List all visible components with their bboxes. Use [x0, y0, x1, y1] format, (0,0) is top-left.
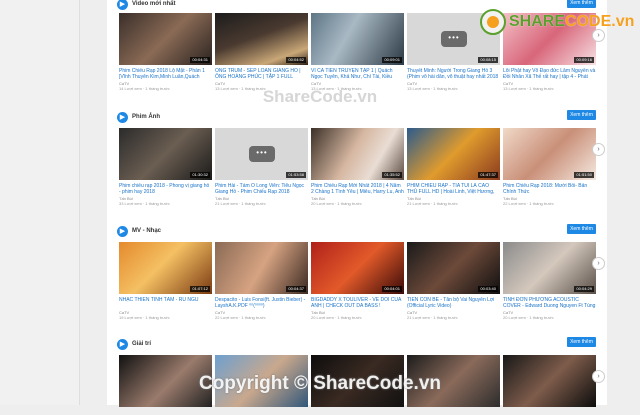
video-title[interactable]: Phim Chiếu Rạp 2018: Mười Bối- Bản Chính…	[503, 183, 596, 195]
video-meta: 21 Lượt xem · 1 tháng trước	[215, 201, 266, 206]
video-card[interactable]: 00:04:52 ÔNG TRÙM - SÉP LOAN GIANG HỒ | …	[215, 13, 308, 91]
video-meta: 21 Lượt xem · 1 tháng trước	[407, 315, 458, 320]
video-thumbnail[interactable]: 01:51:50	[503, 128, 596, 180]
section-title: Giải trí	[132, 341, 152, 347]
video-card[interactable]: 01:07:12 NHẠC THIỀN TĨNH TÂM - RU NGỦ Ca…	[119, 242, 212, 320]
video-card[interactable]: 00:04:37 Despacito - Luis Fonsi(ft. Just…	[215, 242, 308, 320]
video-meta: 20 Lượt xem · 1 tháng trước	[503, 315, 554, 320]
video-title[interactable]: Phim Chiếu Rạp 2018 Lộ Mặt - Phần 1 [Vĩn…	[119, 68, 212, 80]
video-card[interactable]: 01:47:37 PHIM CHIẾU RẠP - TÍA TUI LÀ CAO…	[407, 128, 500, 206]
video-title[interactable]: Phim Chiếu Rạp Mới Nhất 2018 | 4 Năm 2 C…	[311, 183, 404, 195]
logo-text: SHARECODE.vn	[509, 13, 634, 31]
section-title: Video mới nhất	[132, 1, 176, 7]
section-title: Phim Ảnh	[132, 114, 160, 120]
video-card[interactable]: 00:03:40 TIẾN CON BÉ - Tân bộ Vai Nguyễn…	[407, 242, 500, 320]
duration-badge: 00:09:16	[574, 57, 594, 63]
video-card[interactable]: 00:04:01 BIGDADDY X TOULIVER - VE DOI CU…	[311, 242, 404, 320]
section-header: ▶ Video mới nhất	[117, 0, 176, 11]
video-meta: 19 Lượt xem · 1 tháng trước	[119, 315, 170, 320]
logo-part2: CODE.vn	[565, 13, 635, 30]
video-card[interactable]: ••• 01:53:58 Phim Hài - Tám Ò Long Viên:…	[215, 128, 308, 206]
play-icon: ▶	[117, 338, 128, 350]
duration-badge: 00:03:40	[478, 286, 498, 292]
video-thumbnail[interactable]: 01:35:52	[311, 128, 404, 180]
video-row: 01:30:32 Phim chiếu rạp 2018 - Phong vị …	[119, 128, 596, 218]
video-card[interactable]: 00:04:31 Phim Chiếu Rạp 2018 Lộ Mặt - Ph…	[119, 13, 212, 91]
video-thumbnail[interactable]: 00:09:01	[311, 13, 404, 65]
video-thumbnail[interactable]: 00:04:31	[119, 13, 212, 65]
video-thumbnail[interactable]: ••• 01:53:58	[215, 128, 308, 180]
video-card[interactable]: 01:51:50 Phim Chiếu Rạp 2018: Mười Bối- …	[503, 128, 596, 206]
section-header: ▶ Giải trí	[117, 337, 151, 351]
duration-badge: 01:53:58	[286, 172, 306, 178]
more-dots-icon: •••	[441, 31, 467, 47]
watermark-center: ShareCode.vn	[262, 87, 378, 106]
play-icon: ▶	[117, 0, 128, 10]
video-card[interactable]: 01:30:32 Phim chiếu rạp 2018 - Phong vị …	[119, 128, 212, 206]
play-icon: ▶	[117, 225, 128, 237]
video-thumbnail[interactable]: 01:30:32	[119, 128, 212, 180]
video-title[interactable]: NHẠC THIỀN TĨNH TÂM - RU NGỦ	[119, 297, 212, 309]
video-card[interactable]: 00:04:29 TÌNH ĐƠN PHƯƠNG ACOUSTIC COVER …	[503, 242, 596, 320]
video-thumbnail[interactable]: 00:04:01	[311, 242, 404, 294]
video-title[interactable]: BIGDADDY X TOULIVER - VE DOI CUA ANH | C…	[311, 297, 404, 309]
duration-badge: 00:04:01	[382, 286, 402, 292]
left-pane	[0, 0, 80, 405]
video-meta: 20 Lượt xem · 1 tháng trước	[311, 315, 362, 320]
section-header: ▶ MV - Nhạc	[117, 224, 161, 238]
video-thumbnail[interactable]: 00:04:37	[215, 242, 308, 294]
video-card[interactable]: 01:35:52 Phim Chiếu Rạp Mới Nhất 2018 | …	[311, 128, 404, 206]
video-title[interactable]: PHIM CHIẾU RẠP - TÍA TUI LÀ CAO THỦ FULL…	[407, 183, 500, 195]
duration-badge: 01:35:52	[382, 172, 402, 178]
video-title[interactable]: TIẾN CON BÉ - Tân bộ Vai Nguyễn Lợi (Off…	[407, 297, 500, 309]
video-title[interactable]: Lôi Phật hay Vô Đạo đức Lâm Nguyễn và Đồ…	[503, 68, 596, 80]
section-header: ▶ Phim Ảnh	[117, 110, 160, 124]
main-content: ▶ Video mới nhất Xem thêm 00:04:31 Phim …	[107, 0, 607, 407]
more-dots-icon: •••	[249, 146, 275, 162]
duration-badge: 00:04:29	[574, 286, 594, 292]
section-title: MV - Nhạc	[132, 228, 162, 234]
video-meta: 33 Lượt xem · 1 tháng trước	[119, 201, 170, 206]
duration-badge: 01:47:37	[478, 172, 498, 178]
video-thumbnail[interactable]: 01:07:12	[119, 242, 212, 294]
video-title[interactable]: TÌNH ĐƠN PHƯƠNG ACOUSTIC COVER - Edward …	[503, 297, 596, 309]
duration-badge: 00:08:15	[478, 57, 498, 63]
video-title[interactable]: Phim Hài - Tám Ò Long Viên: Tiểu Ngọc Gi…	[215, 183, 308, 195]
video-card[interactable]: 00:09:01 VÌ CÁ TIỀN TRUYỆN TẬP 1 | Quách…	[311, 13, 404, 91]
duration-badge: 00:09:01	[382, 57, 402, 63]
sharecode-logo: SHARECODE.vn	[480, 9, 634, 35]
video-meta: 22 Lượt xem · 1 tháng trước	[503, 201, 554, 206]
more-button[interactable]: Xem thêm	[567, 0, 596, 8]
video-meta: 21 Lượt xem · 1 tháng trước	[407, 201, 458, 206]
next-arrow-button[interactable]: ›	[592, 143, 605, 156]
more-button[interactable]: Xem thêm	[567, 110, 596, 120]
next-arrow-button[interactable]: ›	[592, 257, 605, 270]
video-thumbnail[interactable]: 00:04:52	[215, 13, 308, 65]
play-icon: ▶	[117, 111, 128, 123]
duration-badge: 01:30:32	[190, 172, 210, 178]
logo-icon	[480, 9, 506, 35]
duration-badge: 00:04:52	[286, 57, 306, 63]
duration-badge: 00:04:37	[286, 286, 306, 292]
more-button[interactable]: Xem thêm	[567, 224, 596, 234]
video-title[interactable]: Despacito - Luis Fonsi(ft. Justin Bieber…	[215, 297, 308, 309]
video-thumbnail[interactable]: 00:04:29	[503, 242, 596, 294]
video-meta: 22 Lượt xem · 1 tháng trước	[215, 315, 266, 320]
video-title[interactable]: ÔNG TRÙM - SÉP LOAN GIANG HỒ | ÔNG HOÀNG…	[215, 68, 308, 80]
more-button[interactable]: Xem thêm	[567, 337, 596, 347]
duration-badge: 00:04:31	[190, 57, 210, 63]
video-meta: 20 Lượt xem · 1 tháng trước	[311, 201, 362, 206]
logo-part1: SHARE	[509, 13, 566, 30]
video-row: 01:07:12 NHẠC THIỀN TĨNH TÂM - RU NGỦ Ca…	[119, 242, 596, 332]
duration-badge: 01:07:12	[190, 286, 210, 292]
video-title[interactable]: Thuyết Minh: Người Trong Giang Hồ 3 (Phi…	[407, 68, 500, 80]
video-thumbnail[interactable]: 00:03:40	[407, 242, 500, 294]
video-title[interactable]: Phim chiếu rạp 2018 - Phong vị giang hồ …	[119, 183, 212, 195]
video-title[interactable]: VÌ CÁ TIỀN TRUYỆN TẬP 1 | Quách Ngọc Tuy…	[311, 68, 404, 80]
watermark-bottom: Copyright © ShareCode.vn	[198, 373, 442, 394]
duration-badge: 01:51:50	[574, 172, 594, 178]
video-thumbnail[interactable]: 01:47:37	[407, 128, 500, 180]
